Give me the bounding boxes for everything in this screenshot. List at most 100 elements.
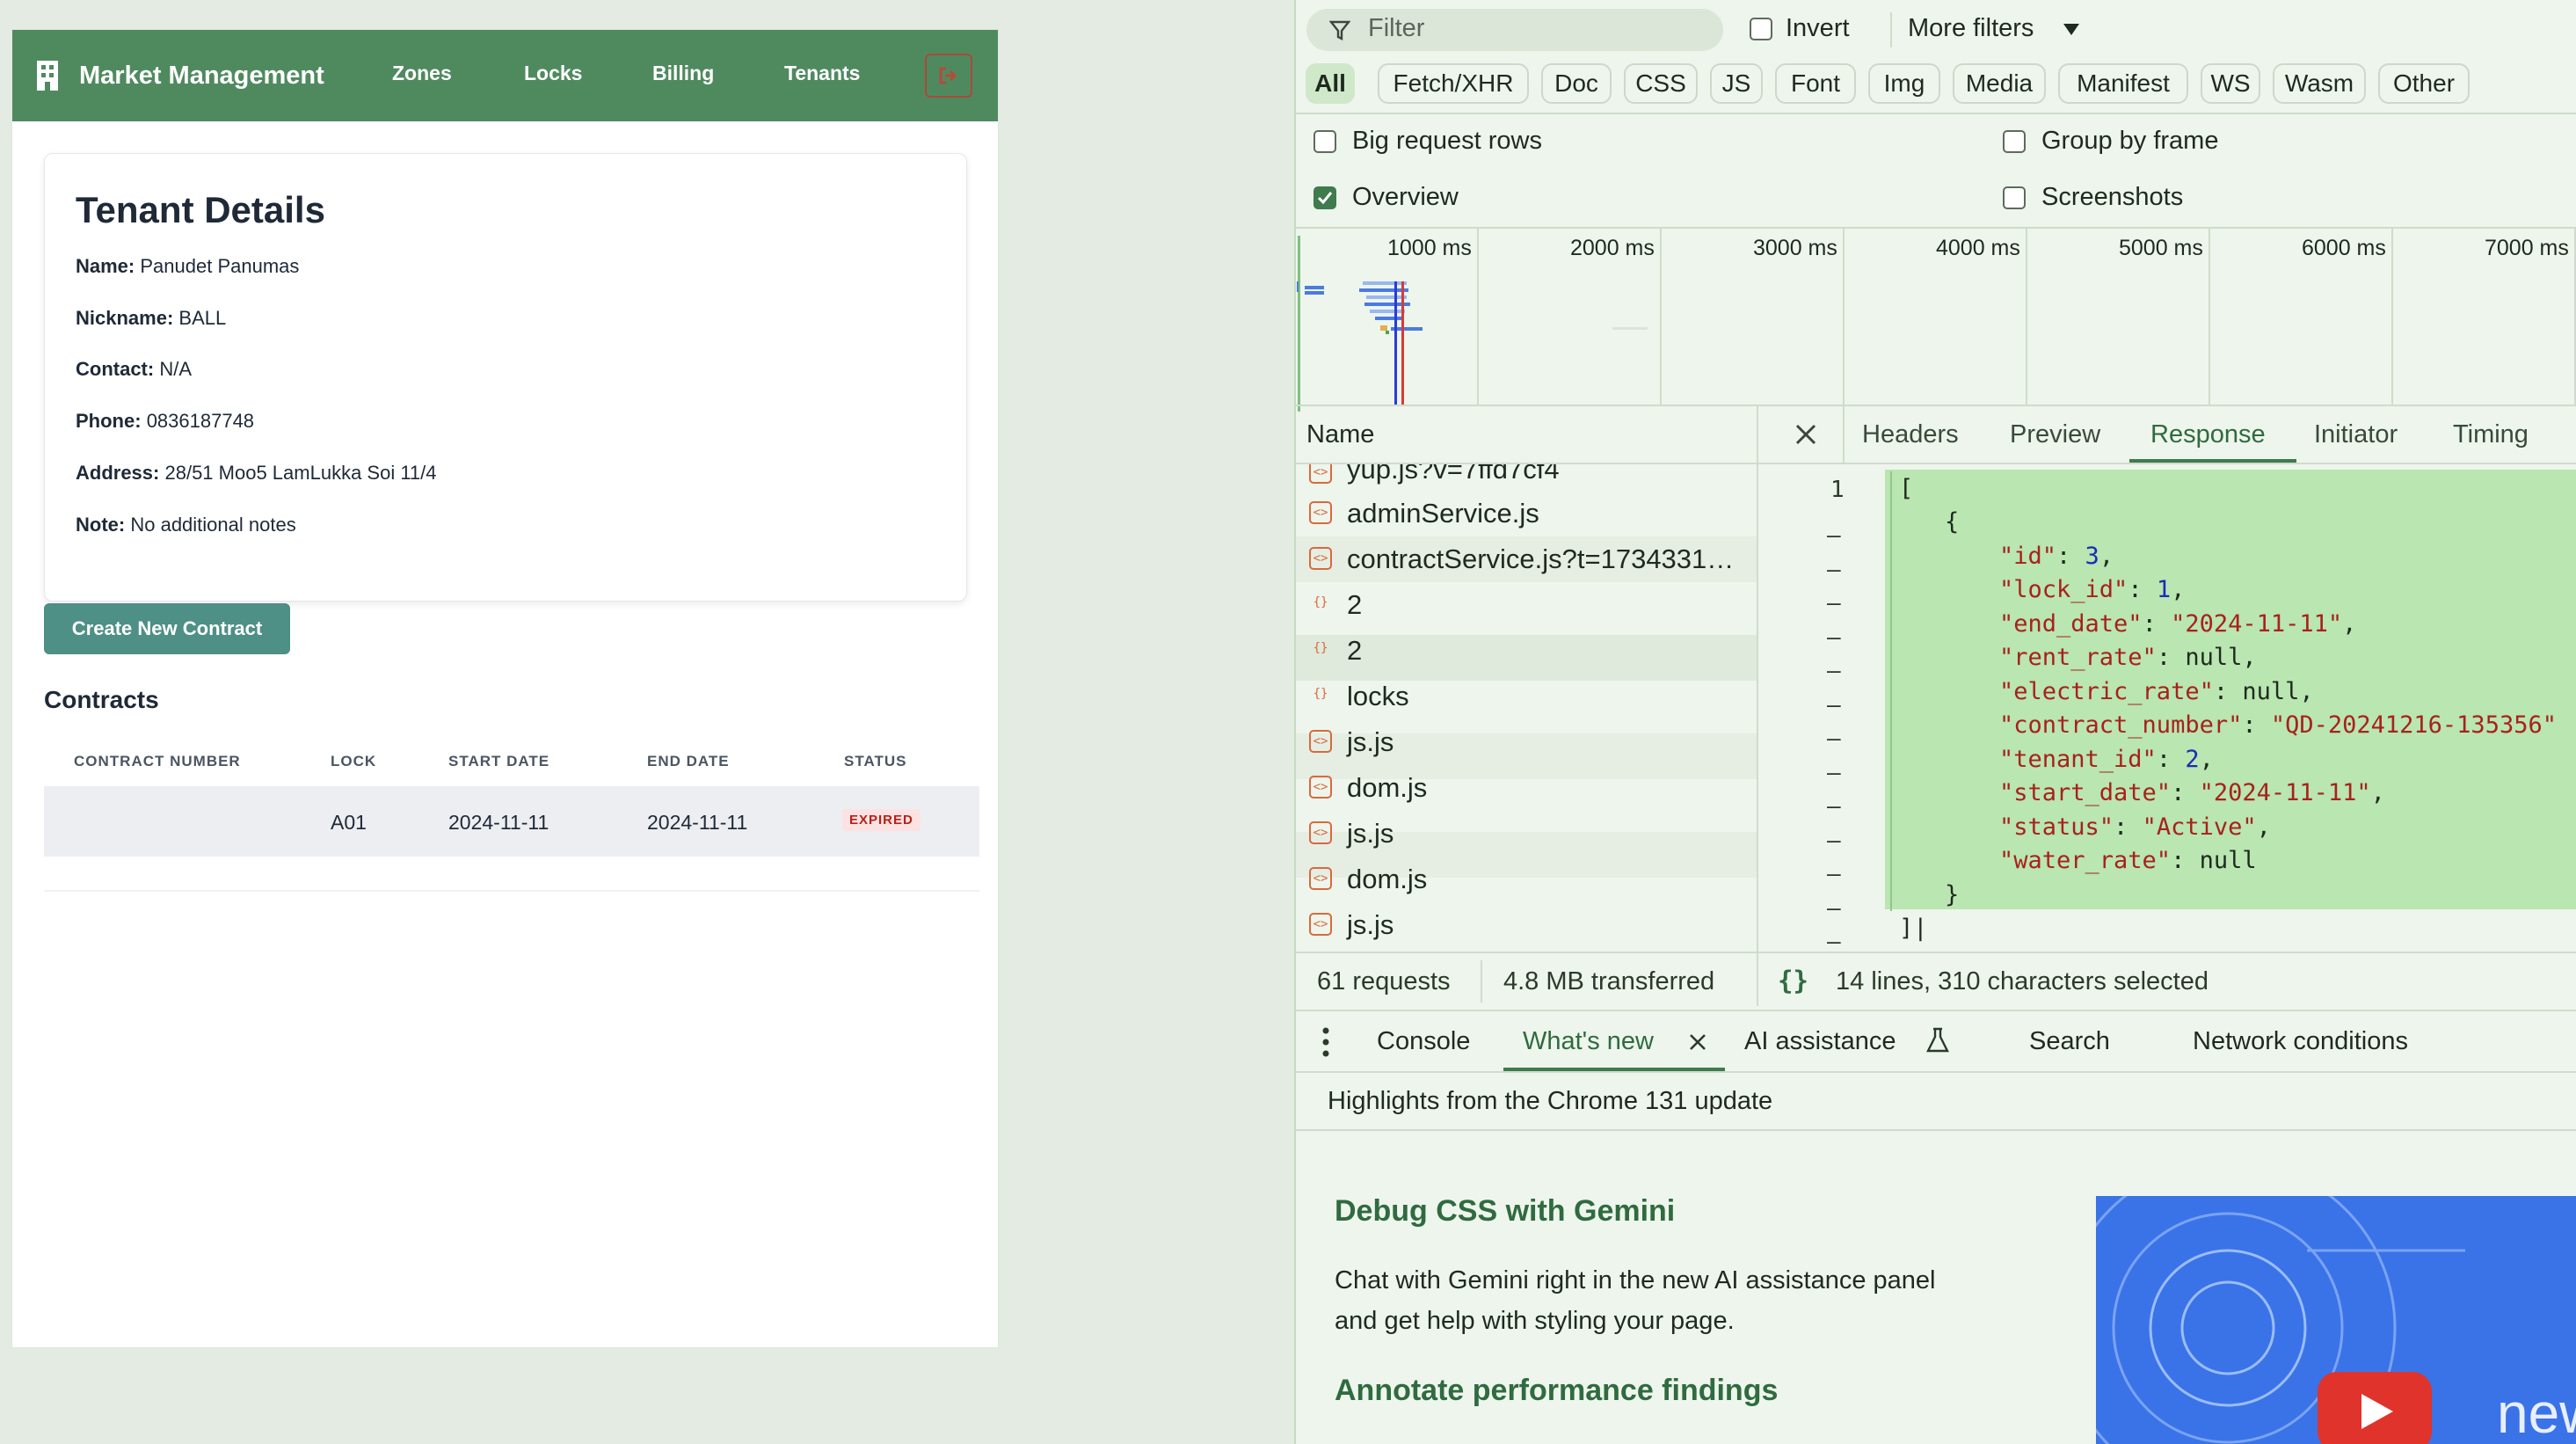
feature-title[interactable]: Debug CSS with Gemini: [1335, 1194, 1675, 1229]
grid-line: [1660, 229, 1662, 405]
request-item[interactable]: contractService.js?t=1734331…: [1347, 543, 1734, 575]
tab-initiator[interactable]: Initiator: [2314, 420, 2398, 449]
market-management-app: Market Management Zones Locks Billing Te…: [12, 30, 998, 1347]
json-line: "start_date": "2024-11-11",: [1999, 779, 2385, 806]
tab-preview[interactable]: Preview: [2010, 420, 2100, 449]
close-icon[interactable]: [1794, 422, 1818, 447]
chip-css[interactable]: CSS: [1624, 63, 1698, 104]
building-icon: [35, 61, 60, 91]
tenant-details-card: Tenant Details Name: Panudet Panumas Nic…: [44, 153, 967, 602]
invert-checkbox[interactable]: [1750, 18, 1772, 40]
tab-response[interactable]: Response: [2150, 420, 2266, 449]
tick-3000: 3000 ms: [1753, 236, 1837, 260]
big-rows-checkbox[interactable]: [1313, 130, 1336, 153]
grid-line: [2391, 229, 2393, 405]
selected-row-highlight: [1296, 635, 1757, 681]
video-label: new: [2497, 1382, 2576, 1444]
feature-title[interactable]: Annotate performance findings: [1335, 1374, 1778, 1408]
brand[interactable]: Market Management: [35, 61, 324, 91]
transferred-size: 4.8 MB transferred: [1503, 967, 1715, 995]
separator: [1890, 12, 1892, 47]
json-line: "id": 3,: [1999, 543, 2114, 570]
close-tab-icon[interactable]: [1688, 1032, 1707, 1052]
separator: [1843, 406, 1845, 463]
card-title: Tenant Details: [76, 189, 325, 230]
caret-down-icon: [2063, 24, 2079, 35]
request-item[interactable]: yup.js?v=7ffd7cf4: [1347, 464, 1560, 485]
group-by-frame-checkbox[interactable]: [2003, 130, 2026, 153]
create-contract-button[interactable]: Create New Contract: [44, 603, 290, 654]
tab-headers[interactable]: Headers: [1862, 420, 1959, 449]
field-phone: Phone: 0836187748: [76, 410, 255, 432]
selection-status: 14 lines, 310 characters selected: [1836, 967, 2209, 995]
flask-icon: [1926, 1027, 1949, 1053]
chip-fetch-xhr[interactable]: Fetch/XHR: [1378, 63, 1529, 104]
divider: [1296, 113, 2576, 114]
request-item[interactable]: adminService.js: [1347, 498, 1539, 529]
chip-doc[interactable]: Doc: [1541, 63, 1612, 104]
filter-icon: [1329, 20, 1350, 40]
request-item[interactable]: 2: [1347, 589, 1362, 621]
line-number: 1: [1830, 477, 1845, 503]
screenshots-checkbox[interactable]: [2003, 186, 2026, 209]
script-file-icon: <>: [1309, 730, 1332, 753]
more-filters-dropdown[interactable]: More filters: [1908, 14, 2034, 43]
pane-divider: [1757, 405, 1758, 1006]
request-item[interactable]: js.js: [1347, 818, 1394, 850]
json-line: "end_date": "2024-11-11",: [1999, 610, 2357, 638]
chip-manifest[interactable]: Manifest: [2058, 63, 2188, 104]
logout-button[interactable]: [925, 54, 972, 98]
chip-other[interactable]: Other: [2378, 63, 2470, 104]
drawer-tab-ai-assistance[interactable]: AI assistance: [1744, 1027, 1896, 1056]
name-column-header[interactable]: Name: [1306, 420, 1374, 449]
request-item[interactable]: dom.js: [1347, 864, 1427, 895]
chip-wasm[interactable]: Wasm: [2273, 63, 2366, 104]
tick-2000: 2000 ms: [1570, 236, 1655, 260]
status-badge: EXPIRED: [842, 809, 921, 831]
script-file-icon: <>: [1309, 776, 1332, 799]
header-end-date: END DATE: [647, 753, 730, 769]
more-vertical-icon[interactable]: [1322, 1027, 1329, 1057]
whatsnew-heading: Highlights from the Chrome 131 update: [1328, 1087, 1773, 1115]
request-item-selected[interactable]: 2: [1347, 635, 1362, 667]
contracts-title: Contracts: [44, 686, 159, 713]
chip-js[interactable]: JS: [1710, 63, 1763, 104]
drawer-tab-console[interactable]: Console: [1377, 1027, 1470, 1056]
tick-4000: 4000 ms: [1936, 236, 2020, 260]
json-line: "status": "Active",: [1999, 813, 2271, 841]
json-line: "tenant_id": 2,: [1999, 746, 2214, 773]
chip-all[interactable]: All: [1306, 63, 1355, 104]
video-thumbnail[interactable]: new: [2096, 1196, 2576, 1444]
field-note: Note: No additional notes: [76, 514, 296, 536]
header-contract-number: CONTRACT NUMBER: [74, 753, 241, 769]
chip-ws[interactable]: WS: [2201, 63, 2260, 104]
pretty-print-icon[interactable]: {}: [1778, 966, 1808, 995]
chip-media[interactable]: Media: [1953, 63, 2046, 104]
nav-tenants[interactable]: Tenants: [784, 62, 860, 85]
nav-billing[interactable]: Billing: [652, 62, 714, 85]
tick-6000: 6000 ms: [2302, 236, 2386, 260]
waterfall-bars: [1297, 281, 1648, 405]
request-item[interactable]: js.js: [1347, 909, 1394, 941]
nav-locks[interactable]: Locks: [524, 62, 582, 85]
nav-zones[interactable]: Zones: [392, 62, 452, 85]
chip-img[interactable]: Img: [1868, 63, 1940, 104]
fold-guide: [1890, 471, 1892, 911]
request-item[interactable]: js.js: [1347, 726, 1394, 758]
drawer-tab-whats-new[interactable]: What's new: [1523, 1027, 1654, 1056]
cell-start-date: 2024-11-11: [448, 811, 549, 834]
drawer-tab-network-conditions[interactable]: Network conditions: [2193, 1027, 2408, 1056]
script-file-icon: <>: [1309, 464, 1332, 484]
tab-timing[interactable]: Timing: [2453, 420, 2529, 449]
json-fetch-icon: {}: [1313, 687, 1328, 701]
request-item[interactable]: locks: [1347, 681, 1409, 712]
header-lock: LOCK: [331, 753, 377, 769]
script-file-icon: <>: [1309, 867, 1332, 890]
filter-placeholder: Filter: [1368, 14, 1425, 42]
divider: [1296, 405, 2576, 406]
request-item[interactable]: dom.js: [1347, 772, 1427, 804]
chip-font[interactable]: Font: [1775, 63, 1856, 104]
drawer-tab-search[interactable]: Search: [2029, 1027, 2110, 1056]
overview-checkbox[interactable]: [1313, 186, 1336, 209]
brand-title: Market Management: [79, 61, 324, 90]
